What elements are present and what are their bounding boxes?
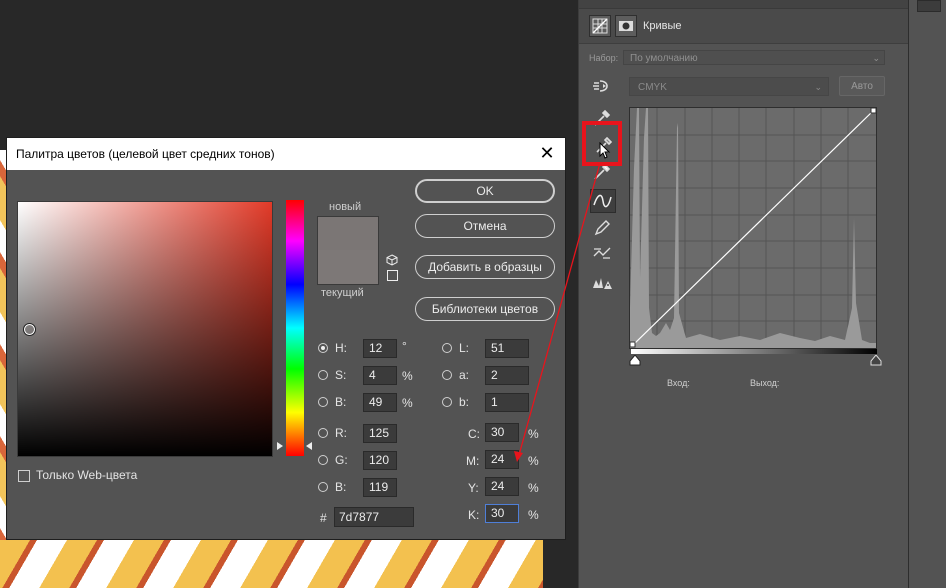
panel-title: Кривые — [643, 20, 682, 32]
dialog-titlebar[interactable]: Палитра цветов (целевой цвет средних тон… — [7, 138, 565, 170]
websafe-swatch-icon[interactable] — [387, 270, 398, 281]
curve-icon[interactable] — [590, 189, 616, 213]
r-field[interactable]: 125 — [363, 424, 397, 443]
artwork-pattern — [0, 540, 543, 588]
lab-b-label: b: — [459, 395, 470, 409]
color-field[interactable] — [17, 201, 273, 457]
preset-value: По умолчанию — [630, 53, 698, 64]
radio-a[interactable] — [442, 370, 452, 380]
color-picker-dialog: Палитра цветов (целевой цвет средних тон… — [6, 137, 566, 540]
auto-button[interactable]: Авто — [839, 76, 885, 96]
b-field[interactable]: 49 — [363, 393, 397, 412]
new-color-swatch — [317, 216, 379, 251]
websafe-label: Только Web-цвета — [36, 468, 138, 482]
k-label: K: — [468, 508, 480, 522]
ok-button[interactable]: OK — [415, 179, 555, 203]
collapsed-panel-dock — [908, 0, 946, 588]
current-color-label: текущий — [321, 287, 364, 299]
input-label: Вход: — [667, 378, 690, 388]
b-label: B: — [335, 395, 347, 409]
chevron-down-icon: ⌄ — [872, 53, 880, 63]
percent-unit: % — [528, 481, 539, 495]
white-point-slider[interactable] — [870, 355, 882, 366]
on-image-adjust-icon[interactable] — [591, 77, 611, 95]
clipping-warning-icon[interactable] — [591, 272, 613, 294]
websafe-checkbox[interactable] — [18, 470, 30, 482]
r-label: R: — [335, 426, 347, 440]
mouse-cursor-icon — [599, 142, 611, 159]
radio-l[interactable] — [442, 343, 452, 353]
channel-select[interactable]: CMYK ⌄ — [629, 77, 829, 96]
s-field[interactable]: 4 — [363, 366, 397, 385]
g-label: G: — [335, 453, 348, 467]
degree-unit: ° — [402, 339, 407, 353]
color-libraries-button[interactable]: Библиотеки цветов — [415, 297, 555, 321]
percent-unit: % — [528, 427, 539, 441]
add-to-swatches-button[interactable]: Добавить в образцы — [415, 255, 555, 279]
close-icon[interactable]: ✕ — [537, 143, 557, 163]
percent-unit: % — [402, 369, 413, 383]
radio-h[interactable] — [318, 343, 328, 353]
curves-graph[interactable] — [629, 107, 877, 349]
black-point-slider[interactable] — [629, 355, 641, 366]
radio-b[interactable] — [318, 397, 328, 407]
m-label: M: — [466, 454, 480, 468]
panel-header: Кривые — [579, 9, 909, 44]
new-color-label: новый — [329, 201, 362, 213]
radio-r[interactable] — [318, 428, 328, 438]
dialog-title: Палитра цветов (целевой цвет средних тон… — [16, 147, 275, 161]
m-field[interactable]: 24 — [485, 450, 519, 469]
current-color-swatch[interactable] — [317, 250, 379, 285]
h-label: H: — [335, 341, 347, 355]
s-label: S: — [335, 368, 347, 382]
k-field[interactable]: 30 — [485, 504, 519, 523]
a-field[interactable]: 2 — [485, 366, 529, 385]
output-label: Выход: — [750, 378, 780, 388]
a-label: a: — [459, 368, 470, 382]
g-field[interactable]: 120 — [363, 451, 397, 470]
output-gradient-bar — [631, 349, 877, 354]
percent-unit: % — [528, 454, 539, 468]
curves-adjustment-icon[interactable] — [589, 15, 611, 37]
canvas-gap — [543, 540, 578, 588]
y-label: Y: — [468, 481, 479, 495]
pencil-icon[interactable] — [591, 217, 613, 239]
l-label: L: — [459, 341, 470, 355]
radio-lab-b[interactable] — [442, 397, 452, 407]
color-field-marker[interactable] — [23, 323, 36, 336]
channel-value: CMYK — [638, 82, 667, 93]
hue-slider-handle-right[interactable] — [306, 442, 312, 450]
c-label: C: — [468, 427, 480, 441]
preset-select[interactable]: По умолчанию ⌄ — [623, 50, 885, 65]
blue-label: B: — [335, 480, 347, 494]
cancel-button[interactable]: Отмена — [415, 214, 555, 238]
y-field[interactable]: 24 — [485, 477, 519, 496]
chevron-down-icon: ⌄ — [814, 82, 822, 92]
panel-top-strip — [579, 0, 909, 9]
panel-dock-icon[interactable] — [917, 0, 941, 12]
radio-s[interactable] — [318, 370, 328, 380]
hex-field[interactable]: 7d7877 — [334, 507, 414, 527]
l-field[interactable]: 51 — [485, 339, 529, 358]
preset-label: Набор: — [589, 53, 619, 63]
hex-label: # — [320, 511, 327, 525]
smooth-icon[interactable] — [591, 242, 613, 264]
lab-b-field[interactable]: 1 — [485, 393, 529, 412]
hue-slider[interactable] — [286, 200, 304, 456]
mask-icon[interactable] — [615, 15, 637, 37]
percent-unit: % — [528, 508, 539, 522]
radio-g[interactable] — [318, 455, 328, 465]
cube-icon[interactable] — [386, 254, 398, 266]
percent-unit: % — [402, 396, 413, 410]
radio-blue[interactable] — [318, 482, 328, 492]
properties-panel: Кривые Набор: По умолчанию ⌄ CMYK ⌄ Авто — [578, 0, 909, 588]
hue-slider-handle-left[interactable] — [277, 442, 283, 450]
c-field[interactable]: 30 — [485, 423, 519, 442]
h-field[interactable]: 12 — [363, 339, 397, 358]
blue-field[interactable]: 119 — [363, 478, 397, 497]
